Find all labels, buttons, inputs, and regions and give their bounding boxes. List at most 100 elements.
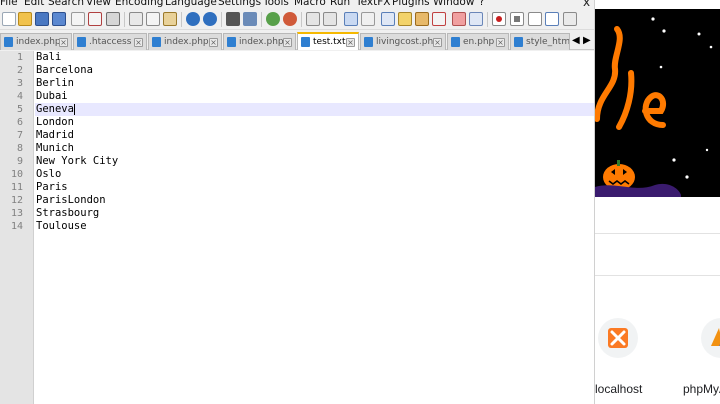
zoom-out-icon[interactable] (283, 12, 297, 26)
text-editor[interactable]: 1 2 3 4 5 6 7 8 9 10 11 12 13 14 Bali Barcelona Berlin D… (0, 51, 594, 404)
paste-icon[interactable] (163, 12, 177, 26)
search-box[interactable] (595, 234, 720, 276)
editor-line[interactable]: Berlin (36, 77, 74, 90)
tab-close-icon[interactable]: × (209, 38, 218, 47)
tab-htaccess[interactable]: .htaccess × (73, 33, 147, 50)
stop-macro-icon[interactable] (510, 12, 524, 26)
tab-close-icon[interactable]: × (59, 38, 68, 47)
tab-en-php[interactable]: en.php × (447, 33, 509, 50)
sync-h-icon[interactable] (323, 12, 337, 26)
monitor-icon[interactable] (469, 12, 483, 26)
indent-guide-icon[interactable] (381, 12, 395, 26)
zoom-in-icon[interactable] (266, 12, 280, 26)
menu-macro[interactable]: Macro (294, 0, 326, 9)
udl-icon[interactable] (398, 12, 412, 26)
editor-line[interactable]: ParisLondon (36, 194, 106, 207)
line-number: 2 (16, 65, 23, 76)
word-wrap-icon[interactable] (344, 12, 358, 26)
editor-line[interactable]: Paris (36, 181, 68, 194)
editor-line[interactable]: Strasbourg (36, 207, 99, 220)
line-number: 7 (16, 130, 23, 141)
file-saved-icon (152, 37, 161, 47)
shortcut-phpmyadmin[interactable] (701, 318, 720, 358)
line-number: 6 (16, 117, 23, 128)
tab-test-txt[interactable]: test.txt × (297, 32, 359, 50)
menu-encoding[interactable]: Encoding (115, 0, 163, 9)
menu-view[interactable]: View (86, 0, 111, 9)
close-icon[interactable] (71, 12, 85, 26)
folder-icon[interactable] (452, 12, 466, 26)
menu-settings[interactable]: Settings (218, 0, 261, 9)
redo-icon[interactable] (203, 12, 217, 26)
play-macro-icon[interactable] (528, 12, 542, 26)
line-number: 9 (16, 156, 23, 167)
phpmyadmin-icon (711, 328, 720, 346)
file-saved-icon (77, 37, 86, 47)
tab-index-php-2[interactable]: index.php × (148, 33, 222, 50)
editor-line[interactable]: Toulouse (36, 220, 87, 233)
toolbar (0, 9, 594, 30)
tab-close-icon[interactable]: × (433, 38, 442, 47)
run-macro-multiple-icon[interactable] (545, 12, 559, 26)
doc-map-icon[interactable] (415, 12, 429, 26)
toolbar-separator (301, 12, 302, 27)
menu-window[interactable]: Window (433, 0, 474, 9)
halloween-doodle[interactable] (595, 9, 720, 197)
file-saved-icon (451, 37, 460, 47)
close-document-icon[interactable]: x (583, 0, 590, 9)
editor-line[interactable]: Munich (36, 142, 74, 155)
tab-close-icon[interactable]: × (346, 38, 355, 47)
editor-line[interactable]: Dubai (36, 90, 68, 103)
menu-edit[interactable]: Edit (24, 0, 44, 9)
tab-label: index.php (239, 37, 284, 47)
menu-run[interactable]: Run (330, 0, 350, 9)
editor-line[interactable]: Geneva (36, 103, 74, 116)
editor-line[interactable]: London (36, 116, 74, 129)
find-icon[interactable] (226, 12, 240, 26)
new-file-icon[interactable] (2, 12, 16, 26)
tab-index-php-3[interactable]: index.php × (223, 33, 296, 50)
save-macro-icon[interactable] (563, 12, 577, 26)
copy-icon[interactable] (146, 12, 160, 26)
menu-tools[interactable]: Tools (263, 0, 289, 9)
cut-icon[interactable] (129, 12, 143, 26)
sync-v-icon[interactable] (306, 12, 320, 26)
tab-livingcost-php[interactable]: livingcost.php × (360, 33, 446, 50)
save-icon[interactable] (35, 12, 49, 26)
menu-plugins[interactable]: Plugins (392, 0, 430, 9)
menu-language[interactable]: Language (165, 0, 217, 9)
tab-index-php-1[interactable]: index.php × (0, 33, 72, 50)
tab-close-icon[interactable]: × (134, 38, 143, 47)
tab-label: livingcost.php (376, 37, 439, 47)
editor-line[interactable]: Oslo (36, 168, 61, 181)
function-list-icon[interactable] (432, 12, 446, 26)
editor-line[interactable]: Bali (36, 51, 61, 64)
editor-line[interactable]: New York City (36, 155, 118, 168)
toolbar-separator (124, 12, 125, 27)
line-number: 11 (10, 182, 23, 193)
halloween-doodle-art (595, 9, 720, 197)
menu-help[interactable]: ? (479, 0, 485, 9)
editor-line[interactable]: Barcelona (36, 64, 93, 77)
tab-close-icon[interactable]: × (283, 38, 292, 47)
record-macro-icon[interactable] (492, 12, 506, 26)
undo-icon[interactable] (186, 12, 200, 26)
open-icon[interactable] (18, 12, 32, 26)
tab-close-icon[interactable]: × (496, 38, 505, 47)
close-all-icon[interactable] (88, 12, 102, 26)
all-chars-icon[interactable] (361, 12, 375, 26)
tab-scroll-right-icon[interactable]: ▶ (583, 35, 591, 46)
tab-scroll-left-icon[interactable]: ◀ (572, 35, 580, 46)
shortcut-localhost[interactable] (598, 318, 638, 358)
menu-file[interactable]: File (0, 0, 18, 9)
tab-style-html[interactable]: style_html (510, 33, 570, 50)
save-all-icon[interactable] (52, 12, 66, 26)
replace-icon[interactable] (243, 12, 257, 26)
current-line-highlight (35, 103, 594, 116)
editor-line[interactable]: Madrid (36, 129, 74, 142)
shortcut-label: localhost (595, 382, 643, 396)
menu-textfx[interactable]: TextFX (356, 0, 390, 9)
line-number: 10 (10, 169, 23, 180)
menu-search[interactable]: Search (48, 0, 84, 9)
print-icon[interactable] (106, 12, 120, 26)
